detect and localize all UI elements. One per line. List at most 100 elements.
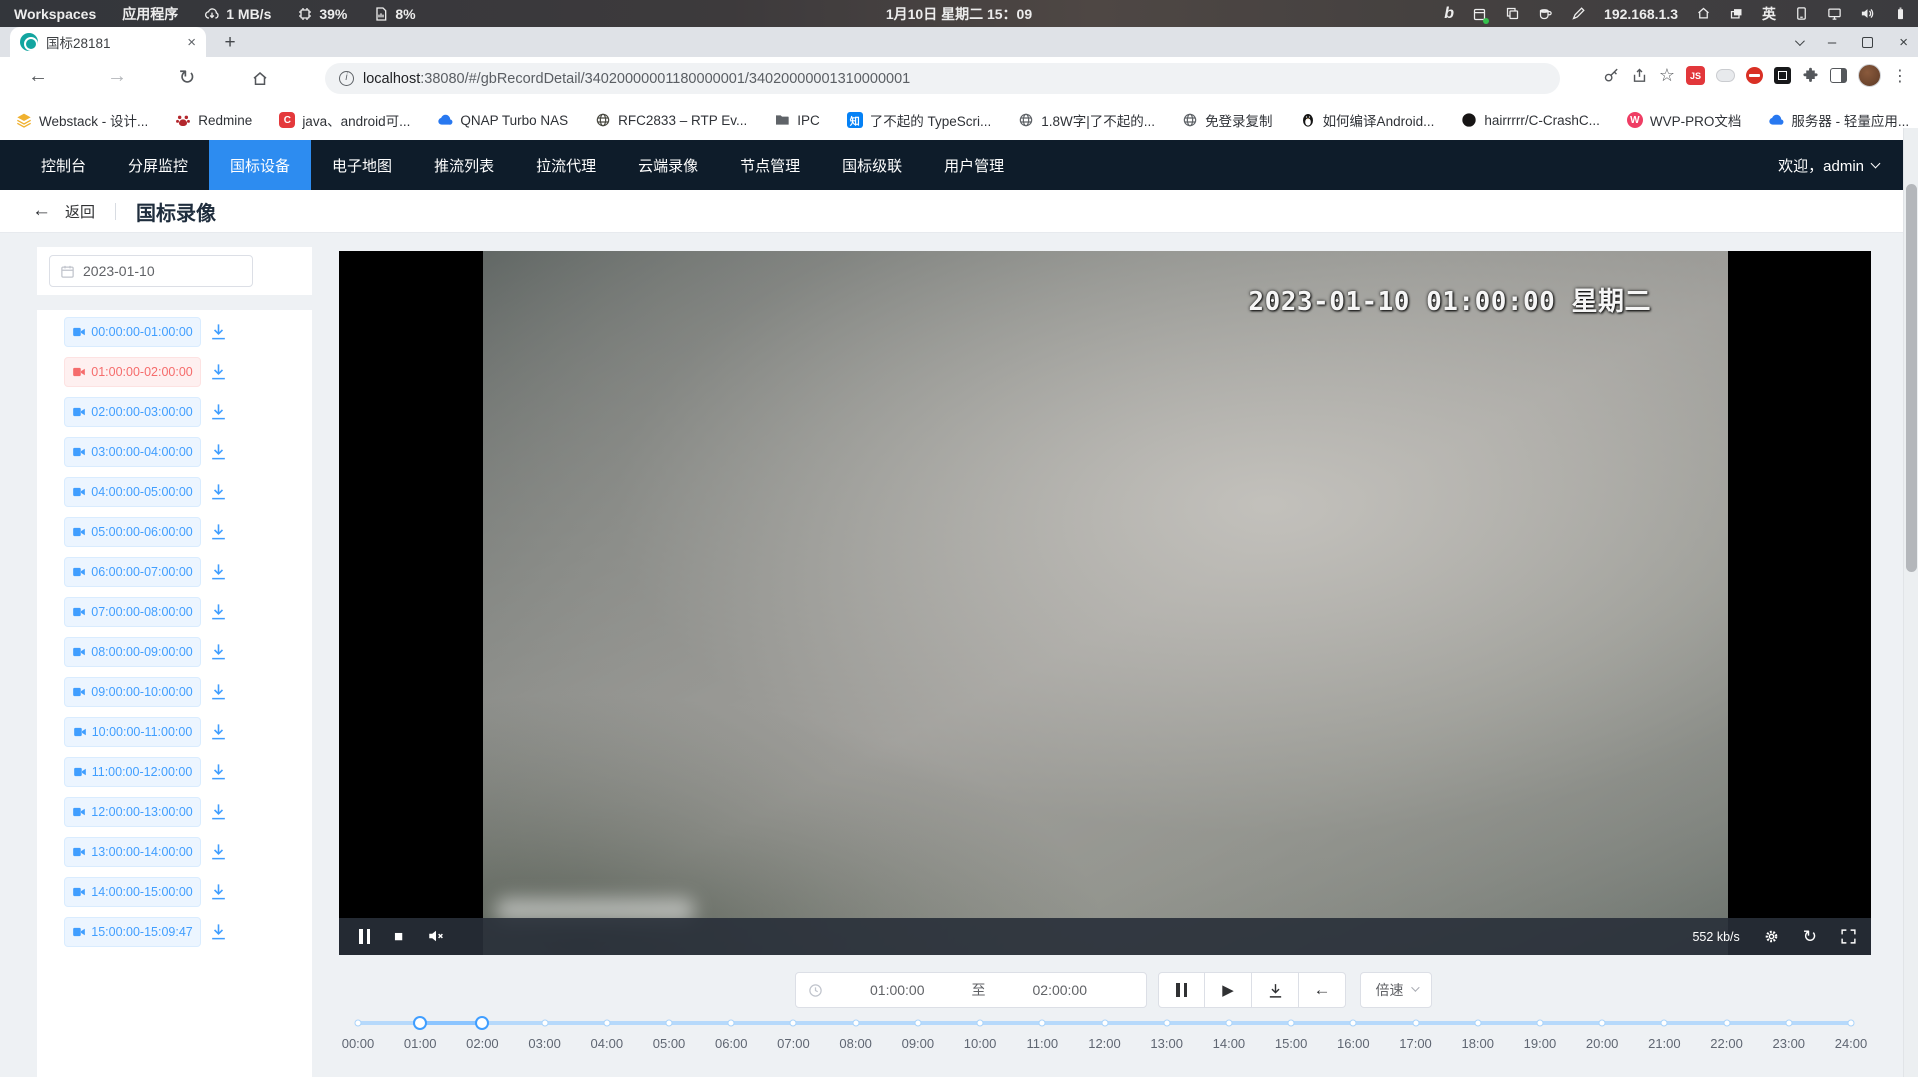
pause-button[interactable] [1158,972,1205,1008]
download-icon[interactable] [209,842,228,861]
video-canvas[interactable] [483,251,1728,955]
extension-blocker-icon[interactable] [1746,67,1763,84]
tab-search-chevron-icon[interactable] [1795,36,1805,46]
recording-item[interactable]: 04:00:00-05:00:00 [64,477,201,507]
stop-icon[interactable]: ■ [394,929,403,944]
end-time-input[interactable]: 02:00:00 [986,982,1135,998]
extension-capsule-icon[interactable] [1716,69,1735,82]
download-icon[interactable] [209,882,228,901]
recording-item[interactable]: 09:00:00-10:00:00 [64,677,201,707]
window-minimize-button[interactable]: – [1828,34,1836,51]
download-record-button[interactable] [1252,972,1299,1008]
bookmark-webstack[interactable]: Webstack - 设计... [16,110,148,130]
fullscreen-icon[interactable] [1840,928,1857,945]
tab-close-icon[interactable]: × [187,35,196,50]
recording-item[interactable]: 02:00:00-03:00:00 [64,397,201,427]
bookmark-rfc2833[interactable]: RFC2833 – RTP Ev... [595,112,747,128]
bookmark-qnap[interactable]: QNAP Turbo NAS [437,112,568,128]
cup-tray-icon[interactable] [1538,6,1553,21]
timeline-handle-start[interactable] [413,1016,427,1030]
profile-avatar[interactable] [1858,64,1881,87]
extension-js-icon[interactable]: JS [1686,66,1705,85]
applications-button[interactable]: 应用程序 [122,4,178,24]
download-icon[interactable] [209,602,228,621]
nav-item-user-manage[interactable]: 用户管理 [923,140,1025,190]
bookmark-copy-free[interactable]: 免登录复制 [1182,110,1273,130]
download-icon[interactable] [209,522,228,541]
browser-tab[interactable]: 国标28181 × [10,27,206,57]
player-settings-gear-icon[interactable] [1763,928,1780,945]
nav-item-node-manage[interactable]: 节点管理 [719,140,821,190]
recording-item[interactable]: 11:00:00-12:00:00 [64,757,201,787]
play-button[interactable]: ▶ [1205,972,1252,1008]
bookmark-star-icon[interactable]: ☆ [1659,65,1675,86]
windows-tray-icon[interactable] [1729,6,1744,21]
bing-tray-icon[interactable]: b [1444,5,1454,23]
user-menu[interactable]: 欢迎，admin [1778,140,1879,190]
timeline-track[interactable] [358,1021,1851,1025]
download-icon[interactable] [209,722,228,741]
date-picker-input[interactable]: 2023-01-10 [49,255,253,287]
nav-item-gb-device[interactable]: 国标设备 [209,140,311,190]
home-tray-icon[interactable] [1696,6,1711,21]
pause-icon[interactable] [359,929,370,944]
nav-item-push-list[interactable]: 推流列表 [413,140,515,190]
volume-icon[interactable] [1860,6,1875,21]
jump-back-button[interactable]: ← [1299,972,1346,1008]
workspaces-button[interactable]: Workspaces [14,6,96,22]
back-link[interactable]: 返回 [65,201,95,222]
download-icon[interactable] [209,442,228,461]
download-icon[interactable] [209,642,228,661]
recording-item[interactable]: 14:00:00-15:00:00 [64,877,201,907]
bookmark-github-crash[interactable]: hairrrrr/C-CrashC... [1461,112,1600,128]
scrollbar-thumb[interactable] [1906,184,1917,572]
app-window-tray-icon[interactable] [1472,5,1487,22]
bookmark-18w[interactable]: 1.8W字|了不起的... [1018,110,1155,130]
recording-item[interactable]: 10:00:00-11:00:00 [64,717,201,747]
recording-item[interactable]: 07:00:00-08:00:00 [64,597,201,627]
clipboard-tray-icon[interactable] [1505,6,1520,21]
recording-item[interactable]: 05:00:00-06:00:00 [64,517,201,547]
back-arrow-icon[interactable]: ← [32,200,51,222]
download-icon[interactable] [209,682,228,701]
browser-home-button[interactable] [246,67,274,90]
new-tab-button[interactable]: + [218,31,242,55]
download-icon[interactable] [209,482,228,501]
bookmark-compile-android[interactable]: 如何编译Android... [1300,110,1435,130]
mute-icon[interactable] [427,927,445,945]
forward-button[interactable]: → [103,65,131,88]
recording-item[interactable]: 00:00:00-01:00:00 [64,317,201,347]
address-bar[interactable]: i localhost:38080/#/gbRecordDetail/34020… [325,63,1560,94]
extensions-puzzle-icon[interactable] [1802,67,1819,84]
clock[interactable]: 1月10日 星期二 15：09 [886,4,1032,24]
bookmark-wvp-doc[interactable]: WWVP-PRO文档 [1627,110,1742,130]
phone-link-icon[interactable] [1794,6,1809,21]
recording-item[interactable]: 03:00:00-04:00:00 [64,437,201,467]
side-panel-icon[interactable] [1830,68,1847,83]
recording-item[interactable]: 12:00:00-13:00:00 [64,797,201,827]
site-info-icon[interactable]: i [339,71,354,86]
recording-item[interactable]: 01:00:00-02:00:00 [64,357,201,387]
bookmark-folder-ipc[interactable]: IPC [774,112,820,128]
share-icon[interactable] [1631,67,1648,84]
nav-item-cloud-record[interactable]: 云端录像 [617,140,719,190]
recording-item[interactable]: 06:00:00-07:00:00 [64,557,201,587]
download-icon[interactable] [209,402,228,421]
download-icon[interactable] [209,362,228,381]
reload-button[interactable]: ↻ [173,65,201,90]
download-icon[interactable] [209,762,228,781]
extension-terminal-icon[interactable] [1774,67,1791,84]
recording-item[interactable]: 08:00:00-09:00:00 [64,637,201,667]
back-button[interactable]: ← [24,65,52,88]
bookmark-lighthouse-server[interactable]: 服务器 - 轻量应用... [1768,110,1909,130]
nav-item-console[interactable]: 控制台 [20,140,107,190]
time-range-picker[interactable]: 01:00:00 至 02:00:00 [795,972,1147,1008]
timeline-handle-end[interactable] [475,1016,489,1030]
start-time-input[interactable]: 01:00:00 [823,982,972,998]
bookmark-redmine[interactable]: Redmine [175,112,252,128]
nav-item-pull-proxy[interactable]: 拉流代理 [515,140,617,190]
download-icon[interactable] [209,562,228,581]
password-key-icon[interactable] [1603,67,1620,84]
recording-item[interactable]: 15:00:00-15:09:47 [64,917,201,947]
recording-item[interactable]: 13:00:00-14:00:00 [64,837,201,867]
